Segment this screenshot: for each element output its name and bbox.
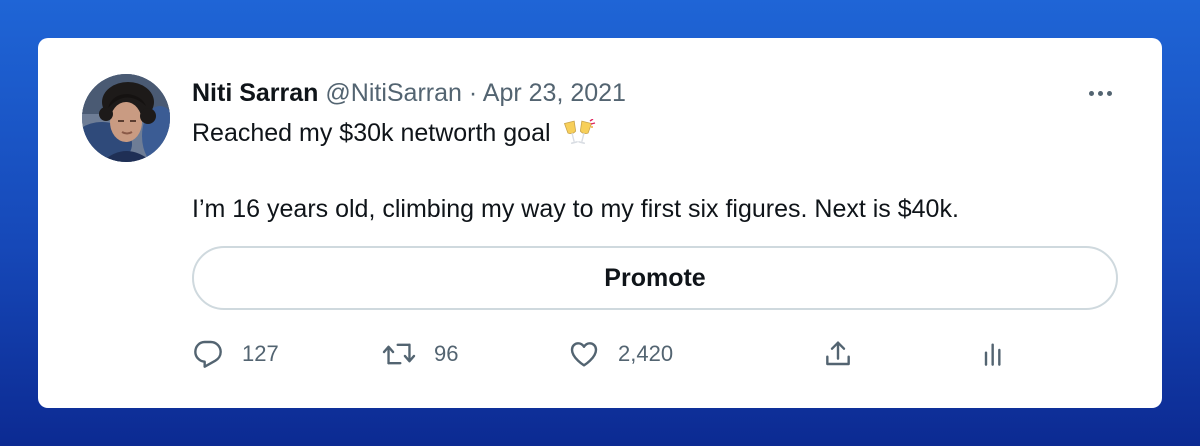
tweet-line-1-text: Reached my $30k networth goal — [192, 119, 551, 147]
tweet-header: Niti Sarran @NitiSarran · Apr 23, 2021 — [192, 78, 626, 108]
tweet-line-2: I’m 16 years old, climbing my way to my … — [192, 195, 959, 223]
reply-button[interactable]: 127 — [192, 336, 279, 372]
clinking-glasses-icon — [562, 118, 596, 147]
like-count: 2,420 — [618, 341, 674, 366]
meta-separator: · — [468, 79, 478, 107]
more-options-button[interactable] — [1082, 80, 1118, 106]
retweet-icon — [382, 343, 416, 365]
promote-button[interactable]: Promote — [192, 246, 1118, 310]
tweet-date[interactable]: Apr 23, 2021 — [483, 79, 626, 107]
retweet-button[interactable]: 96 — [382, 336, 458, 372]
reply-count: 127 — [242, 341, 279, 366]
avatar[interactable] — [82, 74, 170, 162]
avatar-image — [82, 74, 170, 162]
tweet-line-1: Reached my $30k networth goal — [192, 118, 1092, 148]
tweet-card: Niti Sarran @NitiSarran · Apr 23, 2021 R… — [38, 38, 1162, 408]
heart-icon — [570, 342, 598, 367]
share-button[interactable] — [822, 336, 854, 372]
analytics-icon — [984, 343, 1001, 366]
reply-icon — [194, 340, 222, 368]
retweet-count: 96 — [434, 341, 459, 366]
author-name[interactable]: Niti Sarran — [192, 79, 318, 107]
more-icon — [1088, 90, 1094, 96]
like-button[interactable]: 2,420 — [568, 336, 673, 372]
author-handle[interactable]: @NitiSarran — [325, 79, 462, 107]
share-icon — [826, 341, 850, 366]
analytics-button[interactable] — [978, 336, 1010, 372]
tweet-text: Reached my $30k networth goal I’m 16 yea… — [192, 118, 1092, 224]
tweet-actions: 127 96 2,420 — [192, 336, 1092, 372]
